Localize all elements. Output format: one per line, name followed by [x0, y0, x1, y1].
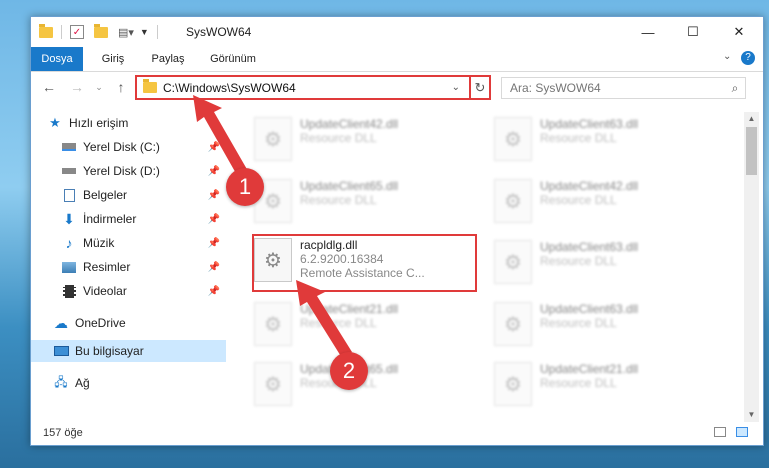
annotation-arrows [193, 95, 352, 358]
step-badge-1: 1 [226, 168, 264, 206]
step-badge-2: 2 [330, 352, 368, 390]
arrow-2 [296, 280, 352, 358]
